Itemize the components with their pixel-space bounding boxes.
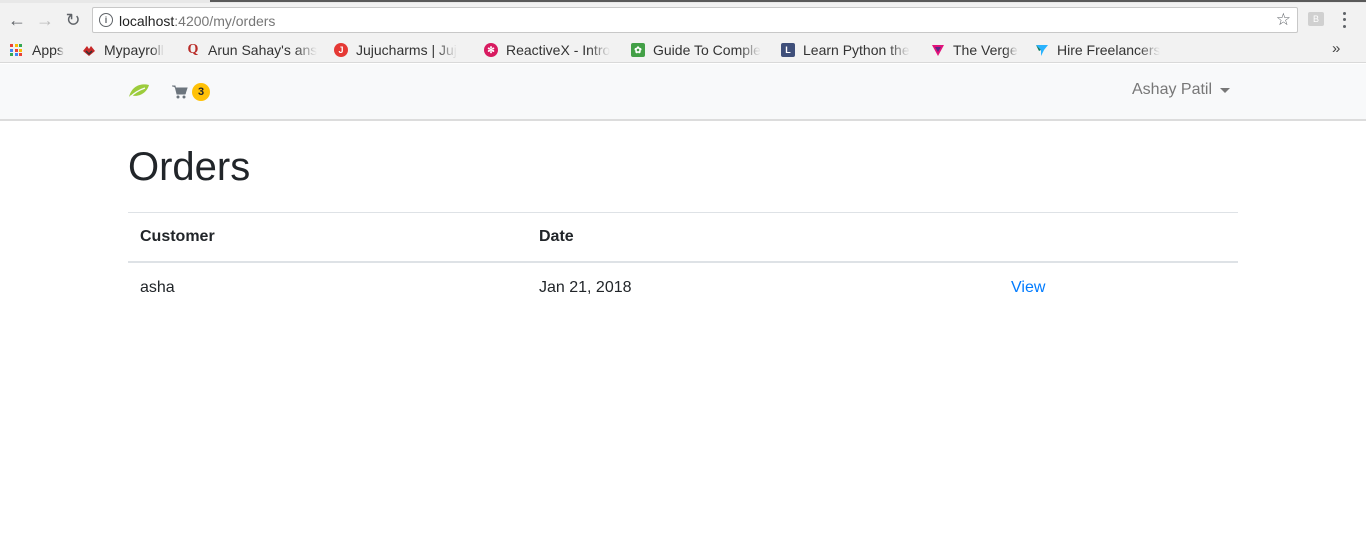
bookmark-quora[interactable]: Q Arun Sahay's ans [186,40,322,60]
shopping-cart-icon [172,85,188,99]
bookmark-jujucharms[interactable]: J Jujucharms | Juj [334,40,470,60]
extension-icon[interactable]: B [1308,12,1324,26]
user-name: Ashay Patil [1132,81,1213,98]
url-host: localhost [119,13,175,29]
back-icon[interactable]: ← [6,9,28,31]
column-header-date: Date [539,228,574,245]
reactivex-icon: ✻ [484,43,498,57]
orders-table: Customer Date asha Jan 21, 2018 View [128,212,1238,312]
bookmark-label: Guide To Comple [653,42,761,58]
apps-grid-icon [10,44,22,56]
url-path: :4200/my/orders [174,13,276,29]
order-date: Jan 21, 2018 [539,278,632,296]
bookmark-apps[interactable]: Apps [10,40,64,60]
address-url[interactable]: localhost:4200/my/orders [119,13,275,29]
bookmark-star-icon[interactable]: ☆ [1276,10,1291,30]
cart-count-badge: 3 [192,83,211,101]
learn-python-icon: L [781,43,795,57]
user-dropdown[interactable]: Ashay Patil [1132,81,1231,99]
forward-icon[interactable]: → [34,9,56,31]
browser-toolbar: ← → ↻ i localhost:4200/my/orders ☆ B [0,3,1366,36]
bookmark-label: ReactiveX - Intro [506,42,611,58]
site-info-icon[interactable]: i [99,13,113,27]
bookmark-label: Arun Sahay's ans [208,42,318,58]
bookmarks-bar: Apps Mypayroll Q Arun Sahay's ans J Juju… [0,36,1366,63]
bookmark-label: Apps [32,42,64,58]
page-title: Orders [128,145,251,189]
tab-strip-edge [210,0,1366,2]
caret-down-icon [1220,87,1231,93]
column-header-customer: Customer [140,228,215,245]
verge-icon [931,43,945,57]
browser-menu-icon[interactable] [1340,10,1348,30]
leaf-logo-icon[interactable] [128,83,150,99]
address-bar[interactable]: i localhost:4200/my/orders ☆ [92,7,1298,33]
bookmark-reactivex[interactable]: ✻ ReactiveX - Intro [484,40,622,60]
bookmark-label: Hire Freelancers [1057,42,1161,58]
table-header-row: Customer Date [128,213,1238,263]
view-order-link[interactable]: View [1011,263,1045,312]
order-customer: asha [140,278,175,296]
cart-link[interactable]: 3 [172,82,211,102]
guide-leaf-icon: ✿ [631,43,645,57]
bookmark-label: The Verge [953,42,1018,58]
bookmark-hire-freelancers[interactable]: Hire Freelancers [1035,40,1171,60]
table-row: asha Jan 21, 2018 View [128,263,1238,312]
freelancer-icon [1035,43,1049,57]
jujucharms-icon: J [334,43,348,57]
bookmark-label: Jujucharms | Juj [356,42,457,58]
reload-icon[interactable]: ↻ [62,9,84,31]
bookmarks-overflow-button[interactable]: » [1332,40,1340,57]
bookmark-learn-python[interactable]: L Learn Python the [781,40,921,60]
app-navbar: 3 Ashay Patil [0,64,1366,121]
bookmark-label: Learn Python the [803,42,910,58]
mypayroll-icon [82,43,96,57]
bookmark-mypayroll[interactable]: Mypayroll [82,40,174,60]
bookmark-guide[interactable]: ✿ Guide To Comple [631,40,769,60]
quora-icon: Q [187,42,199,57]
bookmark-label: Mypayroll [104,42,164,58]
bookmark-the-verge[interactable]: The Verge [931,40,1027,60]
